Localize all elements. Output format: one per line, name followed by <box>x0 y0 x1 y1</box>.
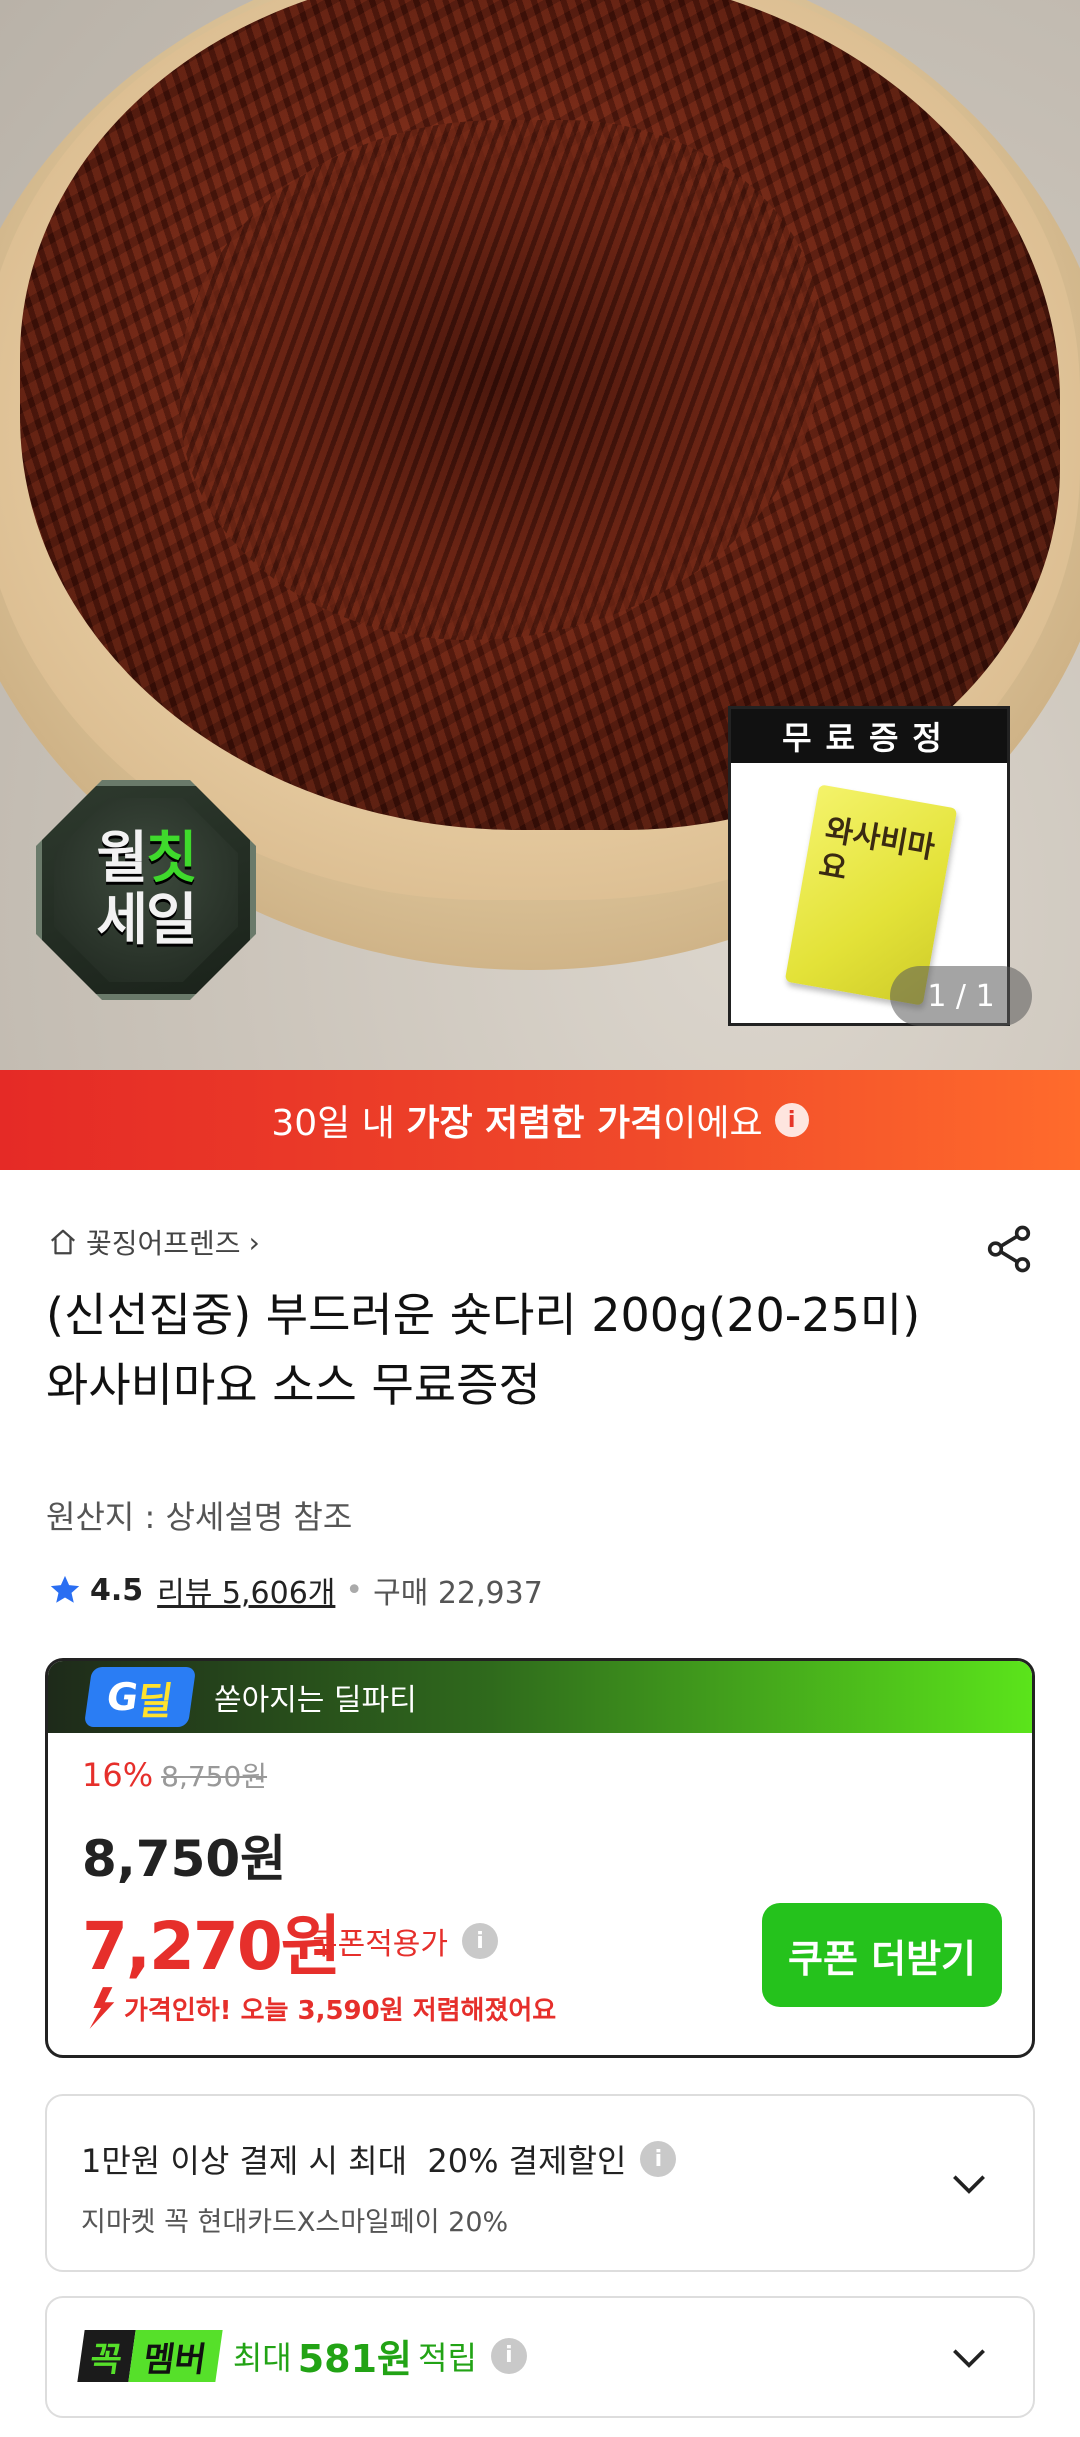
info-icon[interactable]: i <box>462 1923 498 1959</box>
banner-highlight: 가장 저렴한 가격 <box>406 1103 664 1144</box>
payment-discount-sub: 지마켓 꼭 현대카드X스마일페이 20% <box>81 2207 509 2238</box>
store-name: 꽃징어프렌즈 <box>86 1227 241 1260</box>
rating-row[interactable]: 4.5 리뷰 5,606개 • 구매 22,937 <box>48 1568 543 1612</box>
current-price: 8,750원 <box>82 1830 287 1888</box>
banner-suffix: 이에요 <box>663 1103 763 1144</box>
lowest-price-banner[interactable]: 30일 내 가장 저렴한 가격 이에요 i <box>0 1070 1080 1170</box>
deal-header-text: 쏟아지는 딜파티 <box>214 1683 417 1718</box>
chevron-down-icon[interactable] <box>947 2336 991 2380</box>
coupon-price: 7,270원 <box>82 1908 341 1985</box>
info-icon[interactable]: i <box>490 2337 527 2374</box>
sachet-label: 와사비마요 <box>816 812 938 888</box>
chevron-right-icon: › <box>248 1225 260 1259</box>
down-arrow-icon <box>89 1987 115 2029</box>
info-icon[interactable]: i <box>640 2141 677 2177</box>
gdeal-logo-b: 딜 <box>134 1678 176 1723</box>
membership-prefix: 최대 <box>232 2338 292 2377</box>
product-title: (신선집중) 부드러운 숏다리 200g(20-25미) 와사비마요 소스 무료… <box>46 1288 921 1412</box>
review-count-link[interactable]: 리뷰 5,606개 <box>157 1568 335 1612</box>
coupon-label-text: 쿠폰적용가 <box>310 1927 448 1962</box>
image-pager: 1 / 1 <box>890 966 1032 1026</box>
membership-suffix: 적립 <box>418 2338 477 2377</box>
chevron-down-icon[interactable] <box>947 2162 991 2206</box>
price-drop-text: 가격인하! 오늘 3,590원 저렴해졌어요 <box>124 1995 557 2026</box>
sale-badge: 월칫 세일 <box>36 780 256 1000</box>
sale-badge-line1b: 칫 <box>146 826 198 891</box>
info-icon[interactable]: i <box>774 1103 809 1137</box>
sale-badge-line1a: 월 <box>96 826 148 891</box>
origin-info: 원산지 : 상세설명 참조 <box>46 1498 353 1536</box>
coupon-label: 쿠폰적용가 i <box>310 1919 498 1963</box>
rating-score: 4.5 <box>90 1572 144 1608</box>
free-gift-header: 무료증정 <box>731 709 1007 763</box>
deal-header: G딜 쏟아지는 딜파티 <box>48 1661 1032 1733</box>
store-link[interactable]: 꽃징어프렌즈 › <box>48 1222 260 1262</box>
payment-discount-panel[interactable]: 1만원 이상 결제 시 최대 20% 결제할인 i 지마켓 꼭 현대카드X스마일… <box>45 2094 1035 2272</box>
membership-logo-a: 꼭 <box>77 2329 136 2382</box>
price-drop-notice: 가격인하! 오늘 3,590원 저렴해졌어요 <box>82 1985 556 2031</box>
home-icon <box>51 1229 75 1255</box>
separator: • <box>345 1572 364 1608</box>
membership-row: 꼭 멤버 최대 581원 적립 i <box>77 2328 527 2383</box>
share-icon[interactable] <box>982 1222 1036 1276</box>
product-image[interactable]: 월칫 세일 무료증정 와사비마요 1 / 1 <box>0 0 1080 1070</box>
deal-box: G딜 쏟아지는 딜파티 16% 8,750원 8,750원 7,270원 쿠폰적용… <box>45 1658 1035 2058</box>
original-price: 8,750원 <box>161 1760 268 1793</box>
discount-row: 16% 8,750원 <box>82 1755 267 1795</box>
membership-logo: 꼭 멤버 <box>77 2329 223 2382</box>
banner-prefix: 30일 내 <box>271 1103 395 1144</box>
gdeal-logo: G딜 <box>83 1667 197 1727</box>
star-icon <box>50 1575 80 1603</box>
membership-logo-b: 멤버 <box>128 2329 223 2382</box>
purchase-count: 구매 22,937 <box>373 1576 543 1611</box>
membership-amount: 581원 <box>297 2337 413 2381</box>
sale-badge-line2: 세일 <box>96 888 197 953</box>
payment-discount-main: 1만원 이상 결제 시 최대 20% 결제할인 i <box>81 2136 677 2182</box>
discount-rate: 16% <box>82 1756 154 1794</box>
payment-discount-text: 1만원 이상 결제 시 최대 20% 결제할인 <box>81 2142 627 2180</box>
get-more-coupons-button[interactable]: 쿠폰 더받기 <box>762 1903 1002 2007</box>
membership-panel[interactable]: 꼭 멤버 최대 581원 적립 i <box>45 2296 1035 2418</box>
